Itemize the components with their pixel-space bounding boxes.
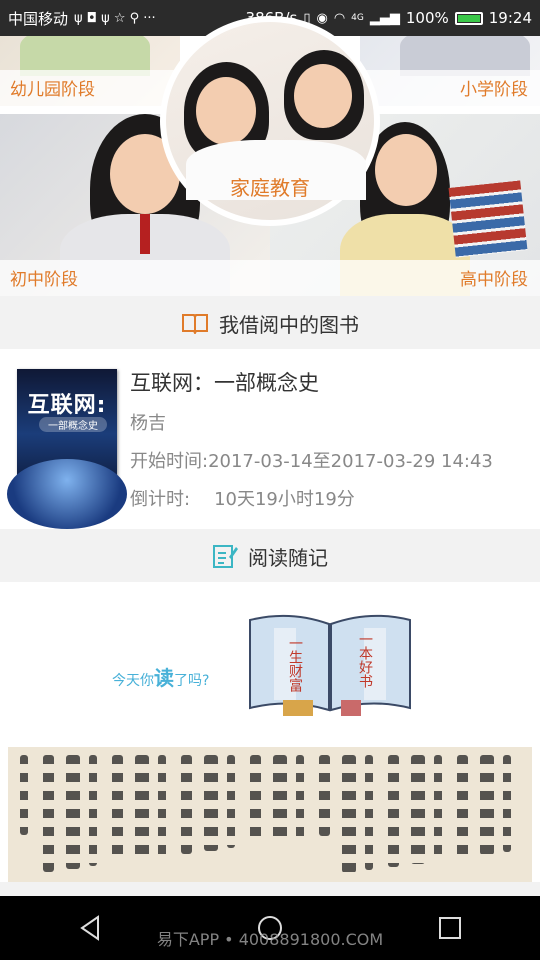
tile-label-kindergarten: 幼儿园阶段 bbox=[10, 80, 95, 100]
tile-label-senior: 高中阶段 bbox=[460, 270, 528, 290]
book-title: 互联网：一部概念史 bbox=[130, 371, 319, 395]
calligraphy-banner bbox=[8, 747, 532, 882]
calligraphy-column bbox=[342, 755, 356, 873]
calligraphy-column bbox=[181, 755, 192, 854]
calligraphy-column bbox=[204, 755, 218, 851]
tile-primary[interactable]: 小学阶段 bbox=[360, 36, 540, 106]
calligraphy-column bbox=[89, 755, 97, 866]
countdown-label: 倒计时: bbox=[130, 489, 191, 510]
calligraphy-column bbox=[296, 755, 304, 839]
notes-edit-icon bbox=[213, 545, 238, 568]
tile-label-primary: 小学阶段 bbox=[460, 80, 528, 100]
calligraphy-column bbox=[411, 755, 425, 864]
reading-notes-banner[interactable]: 今天你读了吗? 一生财富 一本好书 bbox=[0, 582, 540, 882]
carrier-label: 中国移动 bbox=[8, 9, 69, 28]
countdown-value: 10天19小时19分 bbox=[214, 489, 355, 510]
education-stage-banner: 幼儿园阶段 小学阶段 初中阶段 高中阶段 家庭教育 bbox=[0, 16, 540, 296]
cover-subtitle: 一部概念史 bbox=[39, 417, 107, 432]
borrowed-books-header: 我借阅中的图书 bbox=[0, 297, 540, 349]
calligraphy-column bbox=[227, 755, 235, 848]
calligraphy-column bbox=[319, 755, 330, 836]
book-left-text: 一生财富 bbox=[287, 636, 303, 692]
start-label: 开始时间: bbox=[130, 451, 209, 472]
signal-icon: ▂▄▆ bbox=[369, 10, 400, 26]
book-author: 杨吉 bbox=[130, 413, 166, 434]
calligraphy-column bbox=[66, 755, 80, 869]
book-right-text: 一本好书 bbox=[357, 632, 373, 688]
watermark: 易下APP • 4008891800.COM bbox=[156, 930, 384, 949]
countdown: 倒计时: 10天19小时19分 bbox=[130, 485, 493, 511]
calligraphy-column bbox=[457, 755, 468, 858]
clock: 19:24 bbox=[488, 9, 532, 27]
start-range: 2017-03-14至2017-03-29 14:43 bbox=[208, 451, 493, 472]
cover-title: 互联网: bbox=[27, 393, 107, 418]
tile-family[interactable]: 家庭教育 bbox=[160, 16, 380, 226]
calligraphy-column bbox=[250, 755, 261, 845]
notification-icons: ψ ◘ ψ ☆ ⚲ ··· bbox=[74, 10, 156, 26]
signal-type: 4G bbox=[351, 13, 364, 23]
calligraphy-column bbox=[273, 755, 287, 842]
tile-label-family: 家庭教育 bbox=[230, 176, 310, 200]
eye-icon: ◉ bbox=[316, 10, 328, 26]
open-book-illustration: 一生财富 一本好书 bbox=[249, 614, 411, 716]
calligraphy-column bbox=[135, 755, 149, 860]
calligraphy-column bbox=[365, 755, 373, 870]
wifi-icon: ◠ bbox=[333, 10, 346, 26]
battery-percent: 100% bbox=[405, 9, 449, 27]
tile-kindergarten[interactable]: 幼儿园阶段 bbox=[0, 36, 180, 106]
tile-label-junior: 初中阶段 bbox=[10, 270, 78, 290]
borrow-period: 开始时间:2017-03-14至2017-03-29 14:43 bbox=[130, 447, 493, 473]
open-book-icon bbox=[182, 314, 208, 334]
calligraphy-column bbox=[388, 755, 399, 867]
book-cover: 互联网: 一部概念史 bbox=[7, 369, 127, 529]
calligraphy-column bbox=[434, 755, 442, 861]
borrowed-books-title: 我借阅中的图书 bbox=[219, 312, 359, 337]
battery-icon bbox=[454, 11, 483, 25]
calligraphy-column bbox=[112, 755, 123, 863]
ad-slogan: 今天你读了吗? bbox=[112, 666, 210, 690]
calligraphy-column bbox=[503, 755, 511, 852]
reading-notes-title: 阅读随记 bbox=[248, 545, 328, 570]
calligraphy-column bbox=[158, 755, 166, 857]
calligraphy-column bbox=[20, 755, 28, 835]
calligraphy-column bbox=[43, 755, 54, 872]
calligraphy-column bbox=[480, 755, 494, 855]
borrowed-book-card[interactable]: 互联网: 一部概念史 互联网：一部概念史 杨吉 开始时间:2017-03-14至… bbox=[0, 349, 540, 529]
book-info: 互联网：一部概念史 杨吉 开始时间:2017-03-14至2017-03-29 … bbox=[130, 367, 493, 511]
reading-notes-header: 阅读随记 bbox=[0, 530, 540, 582]
